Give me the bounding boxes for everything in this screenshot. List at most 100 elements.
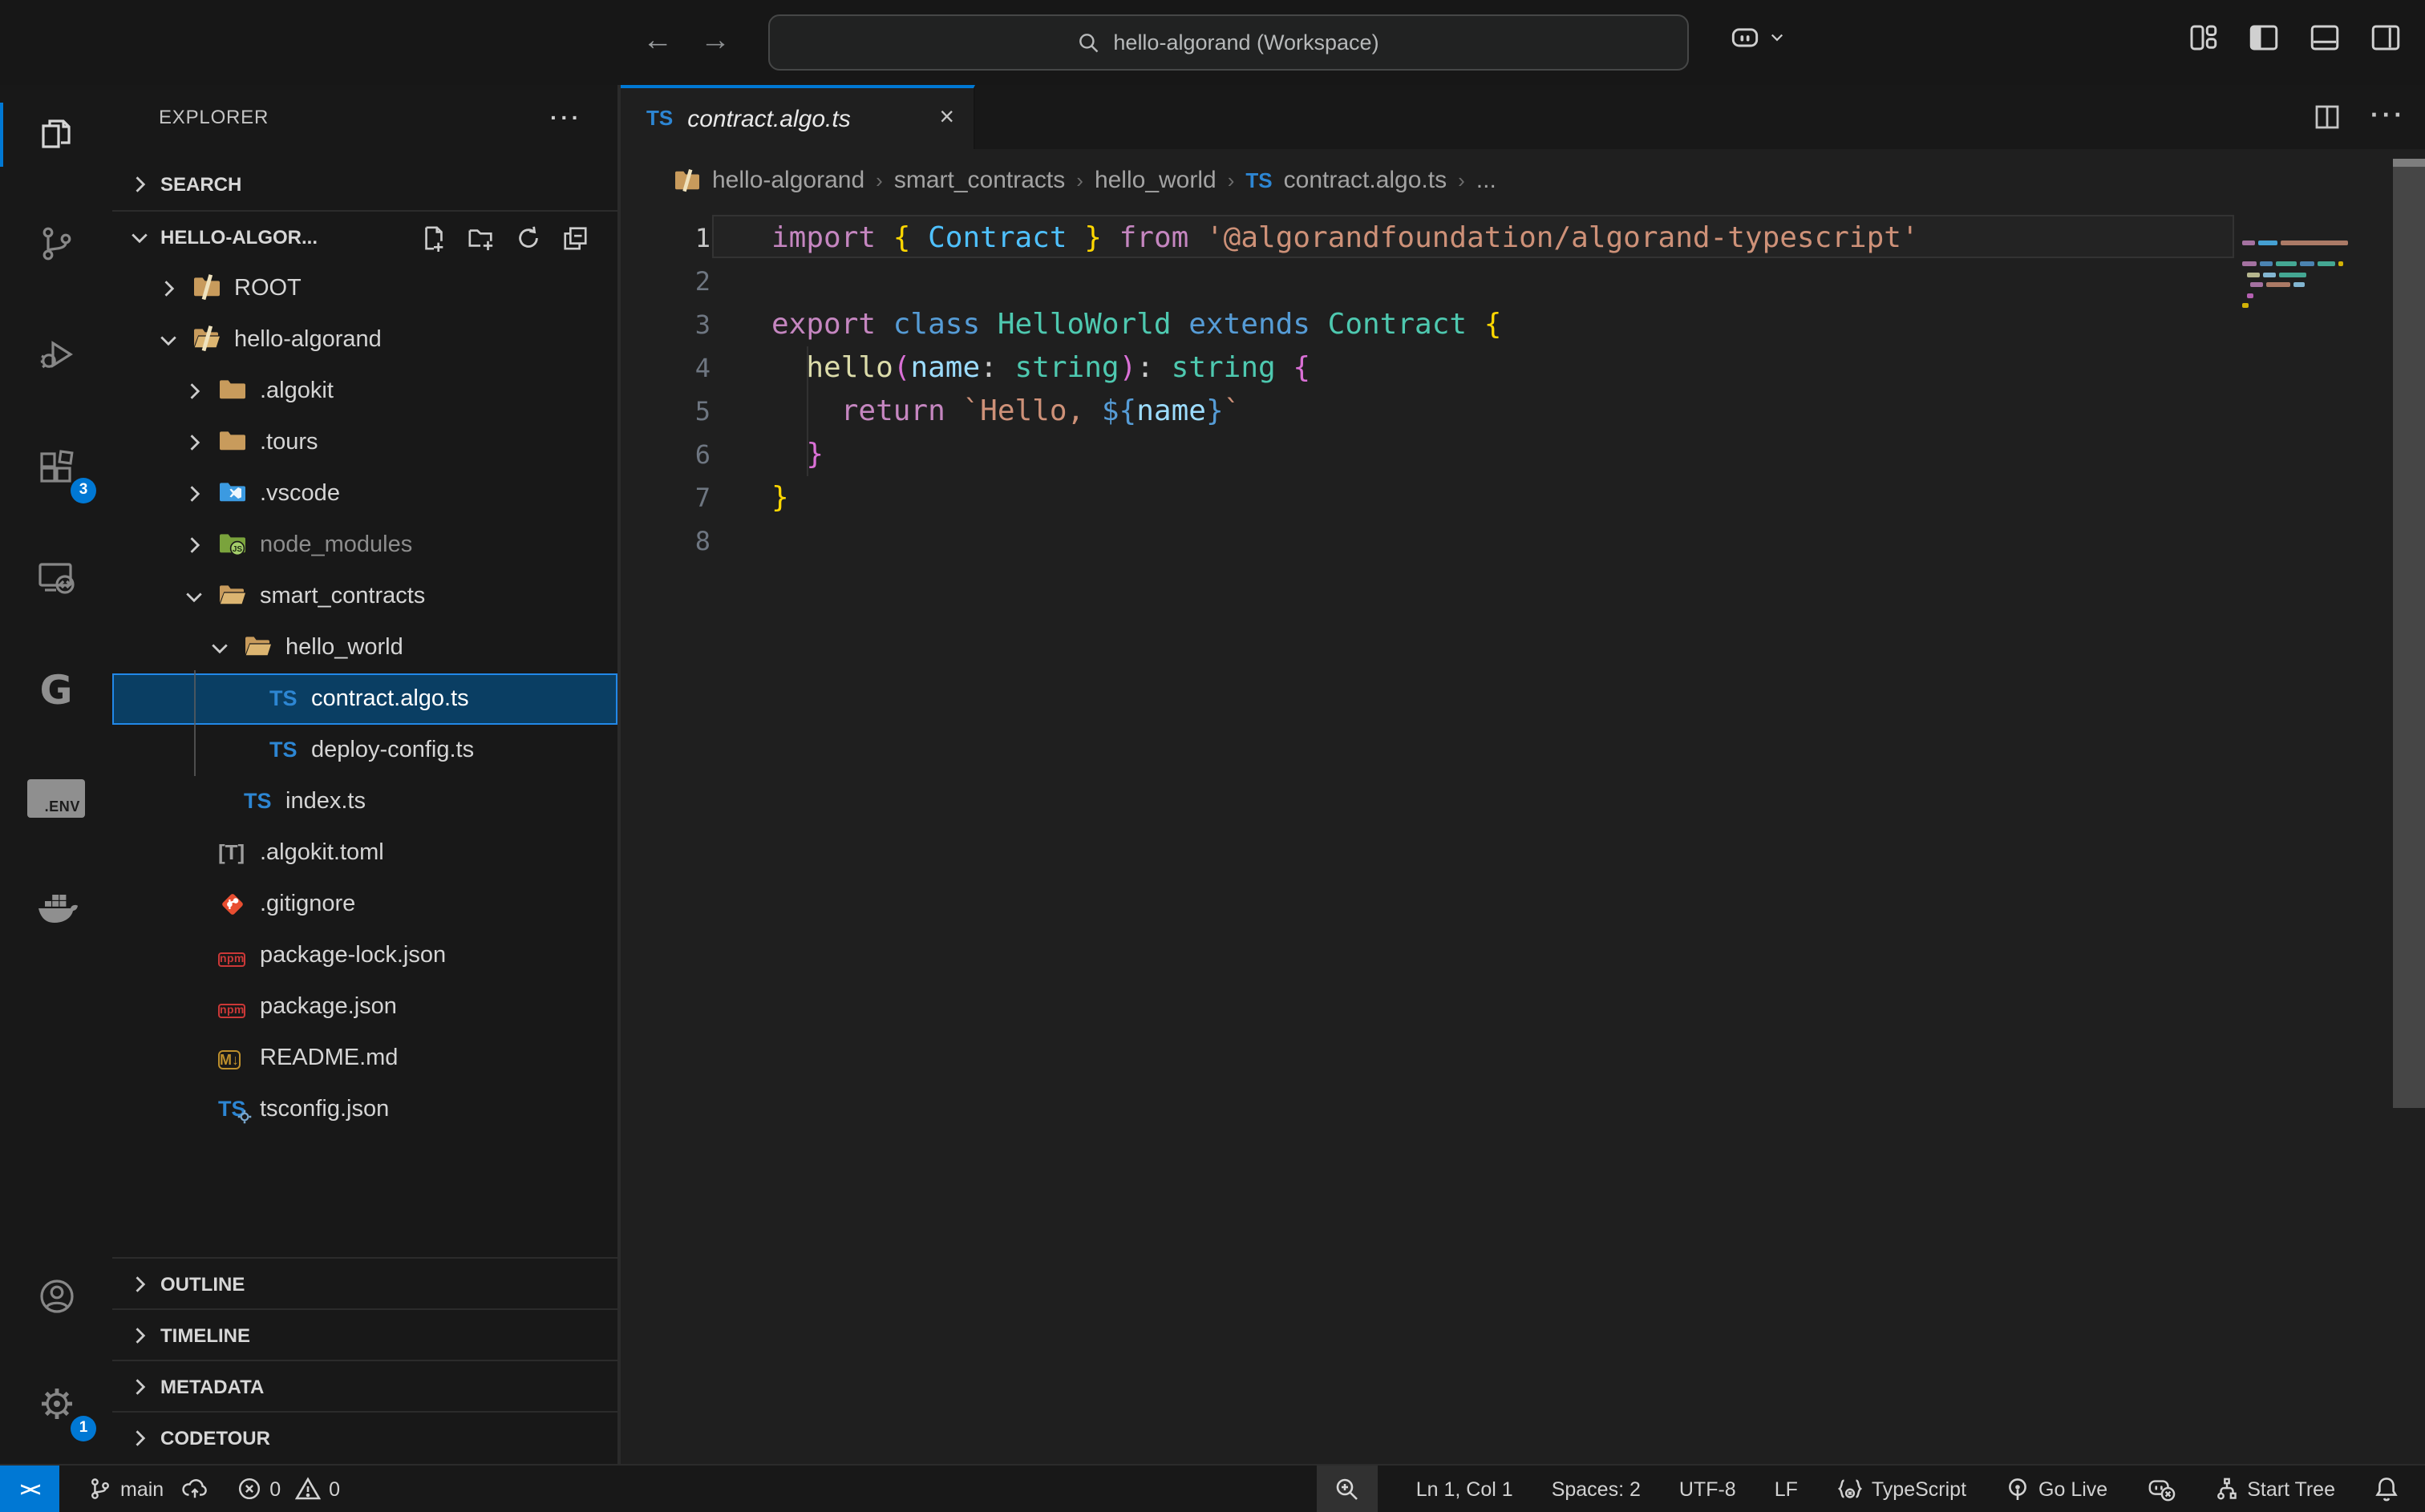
language-mode-item[interactable]: TypeScript [1836,1477,1966,1501]
tab-close-icon[interactable]: × [939,104,954,133]
chevron-down-icon[interactable] [183,585,205,608]
tree-item--vscode[interactable]: .vscode [112,468,617,519]
tree-item-label: .algokit.toml [260,827,384,879]
tab-contract-algo-ts[interactable]: TS contract.algo.ts × [621,85,975,149]
chevron-down-icon[interactable] [208,637,231,659]
back-arrow-icon[interactable]: ← [637,21,678,63]
notifications-bell-icon[interactable] [2374,1475,2399,1502]
tree-item-label: index.ts [285,776,366,827]
new-file-icon[interactable] [420,224,447,251]
chevron-right-icon[interactable] [183,534,205,556]
remote-explorer-view-icon[interactable] [0,539,112,616]
breadcrumb-item[interactable]: smart_contracts [894,166,1065,193]
cursor-position-item[interactable]: Ln 1, Col 1 [1416,1478,1513,1500]
tree-item-package-lock-json[interactable]: npmpackage-lock.json [112,930,617,981]
go-live-item[interactable]: Go Live [2005,1476,2107,1502]
line-number: 4 [621,346,710,390]
toggle-panel-icon[interactable] [2308,21,2342,55]
editor-scrollbar[interactable] [2393,159,2425,1108]
customize-layout-icon[interactable] [2186,21,2220,55]
copilot-status-item[interactable] [2146,1475,2176,1502]
folder-open-icon [244,633,273,662]
minimap-line [2242,303,2249,308]
breadcrumb-item[interactable]: hello_world [1095,166,1217,193]
chevron-right-icon[interactable] [157,277,180,300]
tree-item-package-json[interactable]: npm package.json [112,981,617,1033]
tree-item--gitignore[interactable]: .gitignore [112,879,617,930]
section-codetour[interactable]: CODETOUR [112,1413,617,1464]
copilot-menu-button[interactable] [1727,19,1785,55]
chevron-right-icon[interactable] [183,483,205,505]
eol-item[interactable]: LF [1775,1478,1798,1500]
section-outline[interactable]: OUTLINE [112,1259,617,1310]
tree-item-deploy-config-ts[interactable]: TSdeploy-config.ts [112,725,617,776]
section-metadata[interactable]: METADATA [112,1361,617,1413]
minimap[interactable] [2239,210,2387,691]
tree-item-tsconfig-json[interactable]: TStsconfig.json [112,1084,617,1135]
section-timeline[interactable]: TIMELINE [112,1310,617,1361]
toggle-primary-sidebar-icon[interactable] [2247,21,2281,55]
tree-item-readme-md[interactable]: M↓README.md [112,1033,617,1084]
tree-item-contract-algo-ts[interactable]: TScontract.algo.ts [112,673,617,725]
markdown-file-icon: M↓ [218,1044,247,1073]
tree-item-hello-world[interactable]: hello_world [112,622,617,673]
editor-more-actions-icon[interactable]: ··· [2370,103,2406,131]
tree-item-label: deploy-config.ts [311,725,474,776]
workspace-folder-icon [674,168,701,192]
tree-item-node-modules[interactable]: JSnode_modules [112,519,617,571]
npm-file-icon: npm [218,993,247,1021]
tree-item--algokit-toml[interactable]: [T].algokit.toml [112,827,617,879]
tree-item-smart-contracts[interactable]: smart_contracts [112,571,617,622]
explorer-view-icon[interactable] [0,95,112,172]
npm-file-icon: npm [218,941,247,970]
more-actions-icon[interactable]: ··· [550,104,582,130]
folder-open-icon [218,582,247,611]
line-number: 6 [621,433,710,476]
refresh-icon[interactable] [515,224,542,251]
chevron-down-icon[interactable] [157,329,180,351]
new-folder-icon[interactable] [467,224,496,251]
line-number: 7 [621,476,710,519]
tree-item-hello-algorand[interactable]: hello-algorand [112,314,617,366]
warnings-icon [295,1477,321,1501]
tree-item-index-ts[interactable]: TSindex.ts [112,776,617,827]
run-debug-view-icon[interactable] [0,316,112,393]
breadcrumb-item[interactable]: contract.algo.ts [1284,166,1447,193]
chevron-right-icon[interactable] [183,380,205,402]
breadcrumb-item[interactable]: ... [1476,166,1496,193]
breadcrumb-item[interactable]: hello-algorand [712,166,864,193]
collapse-all-icon[interactable] [561,224,589,251]
dotenv-view-icon[interactable]: .ENV [0,760,112,837]
line-number: 5 [621,390,710,433]
encoding-item[interactable]: UTF-8 [1679,1478,1736,1500]
folder-icon [218,428,247,457]
tree-item--algokit[interactable]: .algokit [112,366,617,417]
accounts-icon[interactable] [0,1257,112,1334]
source-control-view-icon[interactable] [0,205,112,282]
workspace-search-box[interactable]: hello-algorand (Workspace) [768,14,1689,71]
zoom-status-item[interactable] [1317,1465,1378,1512]
chevron-right-icon[interactable] [183,431,205,454]
workspace-header[interactable]: HELLO-ALGOR... [112,212,617,263]
code-editor[interactable]: 12345678 import { Contract } from '@algo… [621,210,2425,1464]
indentation-item[interactable]: Spaces: 2 [1552,1478,1641,1500]
settings-gear-icon[interactable]: 1 [0,1364,112,1441]
breadcrumb-separator: › [1458,168,1465,192]
toggle-secondary-sidebar-icon[interactable] [2369,21,2403,55]
svg-text:JS: JS [233,545,243,554]
tree-item-root[interactable]: ROOT [112,263,617,314]
section-search[interactable]: SEARCH [112,159,617,210]
branch-status-item[interactable]: main [88,1477,208,1501]
start-tree-item[interactable]: Start Tree [2215,1476,2335,1502]
chevron-right-icon [128,173,151,196]
tree-item-label: hello-algorand [234,314,382,366]
forward-arrow-icon[interactable]: → [694,21,736,63]
gitlens-view-icon[interactable]: G [0,651,112,728]
extensions-view-icon[interactable]: 3 [0,430,112,507]
remote-indicator[interactable]: >< [0,1465,59,1512]
split-editor-icon[interactable] [2313,103,2342,131]
docker-view-icon[interactable] [0,871,112,948]
tree-item--tours[interactable]: .tours [112,417,617,468]
tree-item-label: package.json [260,981,397,1033]
problems-status-item[interactable]: 0 0 [237,1477,340,1501]
